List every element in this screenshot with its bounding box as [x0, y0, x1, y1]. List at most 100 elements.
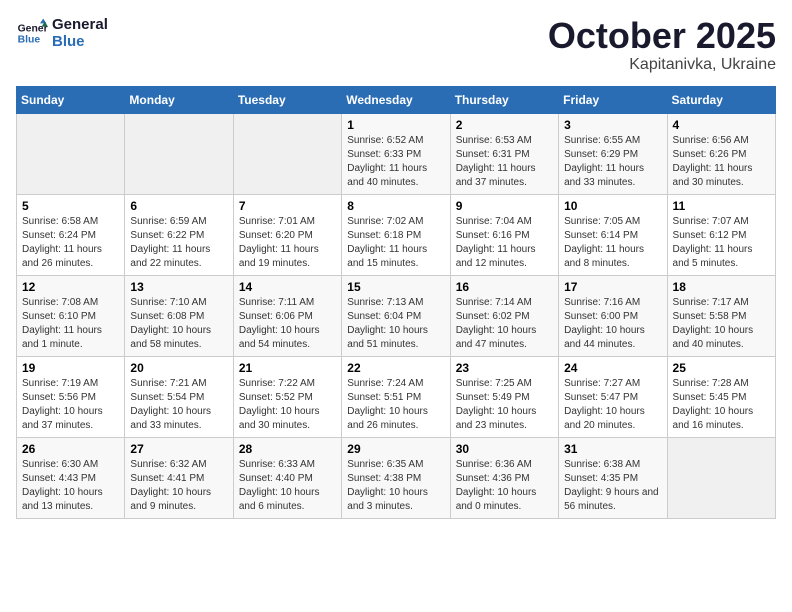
calendar-cell: 18Sunrise: 7:17 AM Sunset: 5:58 PM Dayli…: [667, 275, 775, 356]
day-number: 10: [564, 199, 661, 213]
logo-blue: Blue: [52, 33, 108, 50]
calendar-cell: 15 Sunrise: 7:13 AM Sunset: 6:04 PM Dayli…: [342, 275, 450, 356]
calendar-cell: 22 Sunrise: 7:24 AM Sunset: 5:51 PM Dayli…: [342, 356, 450, 437]
day-number: 15: [347, 280, 444, 294]
day-number: 14: [239, 280, 336, 294]
day-of-week-header: Friday: [559, 86, 667, 113]
calendar-week-row: 1 Sunrise: 6:52 AM Sunset: 6:33 PM Daylig…: [17, 113, 776, 194]
day-number: 27: [130, 442, 227, 456]
day-number: 24: [564, 361, 661, 375]
calendar-cell: 12 Sunrise: 7:08 AM Sunset: 6:10 PM Dayli…: [17, 275, 125, 356]
day-number: 7: [239, 199, 336, 213]
day-number: 20: [130, 361, 227, 375]
day-number: 8: [347, 199, 444, 213]
day-of-week-header: Sunday: [17, 86, 125, 113]
calendar-cell: 9Sunrise: 7:04 AM Sunset: 6:16 PM Daylig…: [450, 194, 558, 275]
page-header: General Blue General Blue October 2025 K…: [16, 16, 776, 74]
day-number: 9: [456, 199, 553, 213]
day-number: 1: [347, 118, 444, 132]
calendar-cell: 3 Sunrise: 6:55 AM Sunset: 6:29 PM Daylig…: [559, 113, 667, 194]
day-info: Sunrise: 7:24 AM Sunset: 5:51 PM Dayligh…: [347, 377, 444, 433]
day-info: Sunrise: 6:56 AM Sunset: 6:26 PM Dayligh…: [673, 134, 770, 190]
calendar-cell: 17Sunrise: 7:16 AM Sunset: 6:00 PM Dayli…: [559, 275, 667, 356]
day-info: Sunrise: 7:13 AM Sunset: 6:04 PM Dayligh…: [347, 296, 444, 352]
calendar-week-row: 26 Sunrise: 6:30 AM Sunset: 4:43 PM Dayli…: [17, 437, 776, 518]
day-number: 12: [22, 280, 119, 294]
calendar-cell: 31Sunrise: 6:38 AM Sunset: 4:35 PM Dayli…: [559, 437, 667, 518]
day-info: Sunrise: 6:52 AM Sunset: 6:33 PM Dayligh…: [347, 134, 444, 190]
day-of-week-header: Saturday: [667, 86, 775, 113]
day-number: 28: [239, 442, 336, 456]
day-info: Sunrise: 7:22 AM Sunset: 5:52 PM Dayligh…: [239, 377, 336, 433]
calendar-cell: 4 Sunrise: 6:56 AM Sunset: 6:26 PM Daylig…: [667, 113, 775, 194]
day-info: Sunrise: 7:27 AM Sunset: 5:47 PM Dayligh…: [564, 377, 661, 433]
day-number: 5: [22, 199, 119, 213]
calendar-cell: 21 Sunrise: 7:22 AM Sunset: 5:52 PM Dayli…: [233, 356, 341, 437]
day-info: Sunrise: 7:08 AM Sunset: 6:10 PM Dayligh…: [22, 296, 119, 352]
day-info: Sunrise: 7:11 AM Sunset: 6:06 PM Dayligh…: [239, 296, 336, 352]
day-info: Sunrise: 7:02 AM Sunset: 6:18 PM Dayligh…: [347, 215, 444, 271]
day-info: Sunrise: 6:30 AM Sunset: 4:43 PM Dayligh…: [22, 458, 119, 514]
day-info: Sunrise: 6:32 AM Sunset: 4:41 PM Dayligh…: [130, 458, 227, 514]
day-number: 13: [130, 280, 227, 294]
calendar-week-row: 5 Sunrise: 6:58 AM Sunset: 6:24 PM Daylig…: [17, 194, 776, 275]
calendar-cell: 28 Sunrise: 6:33 AM Sunset: 4:40 PM Dayli…: [233, 437, 341, 518]
calendar-cell: 11 Sunrise: 7:07 AM Sunset: 6:12 PM Dayli…: [667, 194, 775, 275]
calendar-cell: 5 Sunrise: 6:58 AM Sunset: 6:24 PM Daylig…: [17, 194, 125, 275]
day-info: Sunrise: 7:16 AM Sunset: 6:00 PM Dayligh…: [564, 296, 661, 352]
day-info: Sunrise: 7:10 AM Sunset: 6:08 PM Dayligh…: [130, 296, 227, 352]
day-info: Sunrise: 6:59 AM Sunset: 6:22 PM Dayligh…: [130, 215, 227, 271]
calendar-cell: 16 Sunrise: 7:14 AM Sunset: 6:02 PM Dayli…: [450, 275, 558, 356]
day-number: 4: [673, 118, 770, 132]
calendar-cell: 7 Sunrise: 7:01 AM Sunset: 6:20 PM Daylig…: [233, 194, 341, 275]
calendar-cell: 13 Sunrise: 7:10 AM Sunset: 6:08 PM Dayli…: [125, 275, 233, 356]
svg-text:Blue: Blue: [18, 35, 41, 46]
calendar-cell: 2Sunrise: 6:53 AM Sunset: 6:31 PM Daylig…: [450, 113, 558, 194]
calendar-cell: [667, 437, 775, 518]
day-number: 21: [239, 361, 336, 375]
day-number: 22: [347, 361, 444, 375]
day-info: Sunrise: 7:21 AM Sunset: 5:54 PM Dayligh…: [130, 377, 227, 433]
calendar-week-row: 19Sunrise: 7:19 AM Sunset: 5:56 PM Dayli…: [17, 356, 776, 437]
calendar-cell: 23 Sunrise: 7:25 AM Sunset: 5:49 PM Dayli…: [450, 356, 558, 437]
day-info: Sunrise: 6:38 AM Sunset: 4:35 PM Dayligh…: [564, 458, 661, 514]
day-info: Sunrise: 7:17 AM Sunset: 5:58 PM Dayligh…: [673, 296, 770, 352]
day-number: 3: [564, 118, 661, 132]
logo: General Blue General Blue: [16, 16, 108, 50]
day-of-week-header: Wednesday: [342, 86, 450, 113]
calendar-cell: [17, 113, 125, 194]
calendar-cell: 20 Sunrise: 7:21 AM Sunset: 5:54 PM Dayli…: [125, 356, 233, 437]
month-title: October 2025: [548, 16, 776, 56]
day-of-week-header: Monday: [125, 86, 233, 113]
day-info: Sunrise: 7:28 AM Sunset: 5:45 PM Dayligh…: [673, 377, 770, 433]
day-number: 16: [456, 280, 553, 294]
calendar-cell: 8 Sunrise: 7:02 AM Sunset: 6:18 PM Daylig…: [342, 194, 450, 275]
day-info: Sunrise: 7:01 AM Sunset: 6:20 PM Dayligh…: [239, 215, 336, 271]
day-info: Sunrise: 7:14 AM Sunset: 6:02 PM Dayligh…: [456, 296, 553, 352]
day-number: 29: [347, 442, 444, 456]
day-number: 26: [22, 442, 119, 456]
location-subtitle: Kapitanivka, Ukraine: [548, 56, 776, 74]
day-info: Sunrise: 6:58 AM Sunset: 6:24 PM Dayligh…: [22, 215, 119, 271]
day-info: Sunrise: 6:36 AM Sunset: 4:36 PM Dayligh…: [456, 458, 553, 514]
day-info: Sunrise: 6:53 AM Sunset: 6:31 PM Dayligh…: [456, 134, 553, 190]
day-info: Sunrise: 7:25 AM Sunset: 5:49 PM Dayligh…: [456, 377, 553, 433]
title-block: October 2025 Kapitanivka, Ukraine: [548, 16, 776, 74]
calendar-cell: 30Sunrise: 6:36 AM Sunset: 4:36 PM Dayli…: [450, 437, 558, 518]
day-of-week-header: Tuesday: [233, 86, 341, 113]
day-number: 23: [456, 361, 553, 375]
day-info: Sunrise: 7:05 AM Sunset: 6:14 PM Dayligh…: [564, 215, 661, 271]
day-info: Sunrise: 6:33 AM Sunset: 4:40 PM Dayligh…: [239, 458, 336, 514]
calendar-cell: 19Sunrise: 7:19 AM Sunset: 5:56 PM Dayli…: [17, 356, 125, 437]
day-info: Sunrise: 6:35 AM Sunset: 4:38 PM Dayligh…: [347, 458, 444, 514]
calendar-cell: [233, 113, 341, 194]
calendar-cell: 14 Sunrise: 7:11 AM Sunset: 6:06 PM Dayli…: [233, 275, 341, 356]
day-info: Sunrise: 6:55 AM Sunset: 6:29 PM Dayligh…: [564, 134, 661, 190]
day-info: Sunrise: 7:07 AM Sunset: 6:12 PM Dayligh…: [673, 215, 770, 271]
logo-general: General: [52, 16, 108, 33]
calendar-cell: 27 Sunrise: 6:32 AM Sunset: 4:41 PM Dayli…: [125, 437, 233, 518]
day-number: 11: [673, 199, 770, 213]
calendar-cell: 26 Sunrise: 6:30 AM Sunset: 4:43 PM Dayli…: [17, 437, 125, 518]
calendar-cell: 6Sunrise: 6:59 AM Sunset: 6:22 PM Daylig…: [125, 194, 233, 275]
calendar-cell: 10 Sunrise: 7:05 AM Sunset: 6:14 PM Dayli…: [559, 194, 667, 275]
